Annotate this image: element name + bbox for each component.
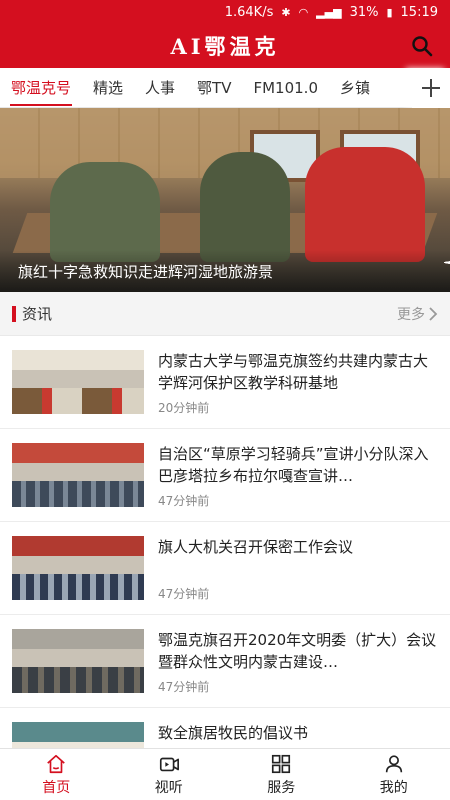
app-title: AI鄂温克 xyxy=(170,34,280,59)
tab-fm[interactable]: FM101.0 xyxy=(242,68,329,108)
banner-caption-bar: 旗红十字急救知识走进辉河湿地旅游景 xyxy=(0,250,450,292)
section-header: 资讯 更多 xyxy=(0,292,450,336)
nav-label: 视听 xyxy=(154,779,183,796)
banner-caption: 旗红十字急救知识走进辉河湿地旅游景 xyxy=(18,263,274,281)
news-list: 内蒙古大学与鄂温克旗签约共建内蒙古大学辉河保护区教学科研基地 20分钟前 自治区… xyxy=(0,336,450,800)
news-time: 47分钟前 xyxy=(158,680,210,694)
banner-carousel[interactable]: 旗红十字急救知识走进辉河湿地旅游景 xyxy=(0,108,450,292)
news-thumbnail xyxy=(12,443,144,507)
wifi-icon: ◠ xyxy=(298,5,309,19)
video-icon xyxy=(159,757,179,771)
news-item[interactable]: 自治区“草原学习轻骑兵”宣讲小分队深入巴彦塔拉乡布拉尔嘎查宣讲… 47分钟前 xyxy=(0,429,450,522)
news-item[interactable]: 鄂温克旗召开2020年文明委（扩大）会议暨群众性文明内蒙古建设… 47分钟前 xyxy=(0,615,450,708)
news-thumbnail xyxy=(12,629,144,693)
banner-photo-person xyxy=(50,162,160,262)
more-link[interactable]: 更多 xyxy=(397,304,438,324)
search-icon[interactable] xyxy=(410,34,434,58)
news-item[interactable]: 旗人大机关召开保密工作会议 47分钟前 xyxy=(0,522,450,615)
news-thumbnail xyxy=(12,536,144,600)
app-bar: AI鄂温克 xyxy=(0,24,450,68)
banner-photo-person xyxy=(200,152,290,262)
header: 1.64K/s ✱ ◠ ▂▄▆ 31% ▮ 15:19 AI鄂温克 xyxy=(0,0,450,68)
channel-tabs: 鄂温克号 精选 人事 鄂TV FM101.0 乡镇 xyxy=(0,68,450,108)
news-time: 47分钟前 xyxy=(158,494,210,508)
tab-township[interactable]: 乡镇 xyxy=(329,68,381,108)
nav-label: 服务 xyxy=(267,779,296,796)
signal-icon: ▂▄▆ xyxy=(316,5,342,19)
news-time: 20分钟前 xyxy=(158,401,210,415)
chevron-right-icon xyxy=(429,306,438,321)
tab-personnel[interactable]: 人事 xyxy=(134,68,186,108)
nav-profile[interactable]: 我的 xyxy=(338,749,450,800)
more-label: 更多 xyxy=(397,306,425,323)
user-icon xyxy=(385,754,402,772)
battery-level: 31% xyxy=(349,4,379,20)
add-channel-button[interactable] xyxy=(412,68,450,108)
news-title: 致全旗居牧民的倡议书 xyxy=(158,724,309,742)
news-title: 旗人大机关召开保密工作会议 xyxy=(158,538,354,556)
news-item[interactable]: 内蒙古大学与鄂温克旗签约共建内蒙古大学辉河保护区教学科研基地 20分钟前 xyxy=(0,336,450,429)
section-title: 资讯 xyxy=(22,305,53,323)
bluetooth-icon: ✱ xyxy=(281,5,291,19)
nav-label: 我的 xyxy=(379,779,408,796)
nav-media[interactable]: 视听 xyxy=(113,749,226,800)
tab-tv[interactable]: 鄂TV xyxy=(186,68,242,108)
tab-featured[interactable]: 精选 xyxy=(82,68,134,108)
news-thumbnail xyxy=(12,350,144,414)
plus-icon xyxy=(422,79,440,97)
news-title: 自治区“草原学习轻骑兵”宣讲小分队深入巴彦塔拉乡布拉尔嘎查宣讲… xyxy=(158,445,429,485)
clock: 15:19 xyxy=(400,4,438,20)
status-bar: 1.64K/s ✱ ◠ ▂▄▆ 31% ▮ 15:19 xyxy=(0,0,450,24)
news-title: 鄂温克旗召开2020年文明委（扩大）会议暨群众性文明内蒙古建设… xyxy=(158,631,437,671)
grid-icon xyxy=(272,754,291,773)
carousel-dot[interactable] xyxy=(444,258,450,267)
nav-label: 首页 xyxy=(42,779,71,796)
news-title: 内蒙古大学与鄂温克旗签约共建内蒙古大学辉河保护区教学科研基地 xyxy=(158,352,429,392)
news-time: 47分钟前 xyxy=(158,587,210,601)
bottom-navigation: 首页 视听 服务 我的 xyxy=(0,748,450,800)
section-marker xyxy=(12,305,16,322)
battery-icon: ▮ xyxy=(386,5,393,19)
nav-services[interactable]: 服务 xyxy=(225,749,338,800)
home-icon xyxy=(47,754,66,773)
tab-ewenke[interactable]: 鄂温克号 xyxy=(0,68,82,108)
nav-home[interactable]: 首页 xyxy=(0,749,113,800)
network-speed: 1.64K/s xyxy=(224,4,274,20)
banner-photo-person xyxy=(305,147,425,262)
